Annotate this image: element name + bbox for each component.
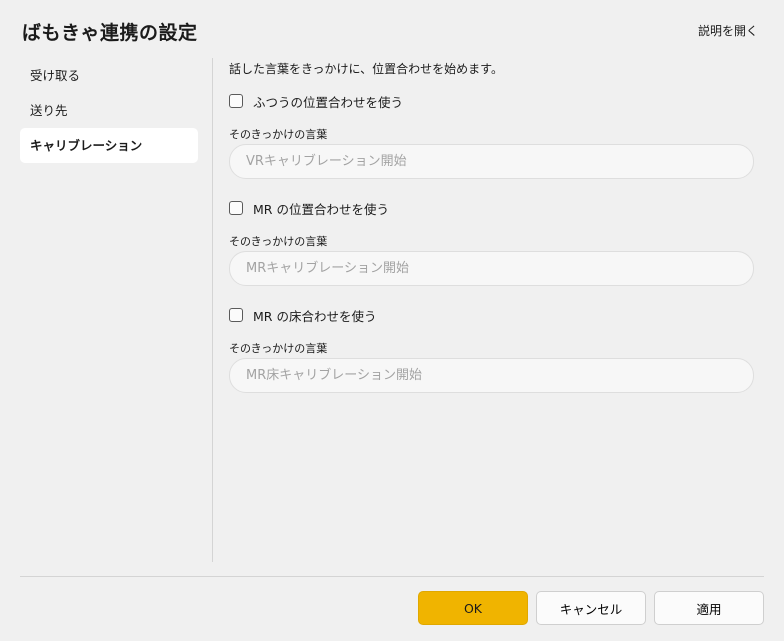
apply-button[interactable]: 適用 [654, 591, 764, 625]
mr-calibration-checkbox[interactable] [229, 201, 243, 215]
normal-calibration-group: ふつうの位置合わせを使う そのきっかけの言葉 [229, 90, 754, 179]
mr-floor-trigger-label: そのきっかけの言葉 [229, 342, 328, 355]
mr-trigger-label: そのきっかけの言葉 [229, 235, 328, 248]
mr-floor-trigger-input[interactable] [229, 358, 754, 393]
sidebar: 受け取る 送り先 キャリブレーション [20, 58, 198, 163]
mr-calibration-group: MR の位置合わせを使う そのきっかけの言葉 [229, 197, 754, 286]
ok-button[interactable]: OK [418, 591, 528, 625]
cancel-button[interactable]: キャンセル [536, 591, 646, 625]
normal-trigger-label: そのきっかけの言葉 [229, 128, 328, 141]
normal-calibration-checkbox-row[interactable]: ふつうの位置合わせを使う [229, 90, 754, 112]
sidebar-divider [212, 58, 213, 562]
window-title: ばもきゃ連携の設定 [22, 22, 198, 44]
help-link[interactable]: 説明を開く [698, 22, 758, 39]
mr-floor-calibration-checkbox-label: MR の床合わせを使う [253, 308, 377, 324]
footer-divider [20, 576, 764, 577]
mr-trigger-input[interactable] [229, 251, 754, 286]
sidebar-item-destination[interactable]: 送り先 [20, 93, 198, 128]
section-description: 話した言葉をきっかけに、位置合わせを始めます。 [229, 62, 503, 76]
normal-calibration-checkbox[interactable] [229, 94, 243, 108]
normal-calibration-checkbox-label: ふつうの位置合わせを使う [253, 94, 404, 110]
mr-calibration-checkbox-row[interactable]: MR の位置合わせを使う [229, 197, 754, 219]
sidebar-item-calibration[interactable]: キャリブレーション [20, 128, 198, 163]
mr-floor-calibration-group: MR の床合わせを使う そのきっかけの言葉 [229, 304, 754, 393]
mr-calibration-checkbox-label: MR の位置合わせを使う [253, 201, 389, 217]
mr-floor-calibration-checkbox[interactable] [229, 308, 243, 322]
normal-trigger-input[interactable] [229, 144, 754, 179]
main-content: 話した言葉をきっかけに、位置合わせを始めます。 ふつうの位置合わせを使う そのき… [229, 58, 754, 393]
sidebar-item-receive[interactable]: 受け取る [20, 58, 198, 93]
mr-floor-calibration-checkbox-row[interactable]: MR の床合わせを使う [229, 304, 754, 326]
